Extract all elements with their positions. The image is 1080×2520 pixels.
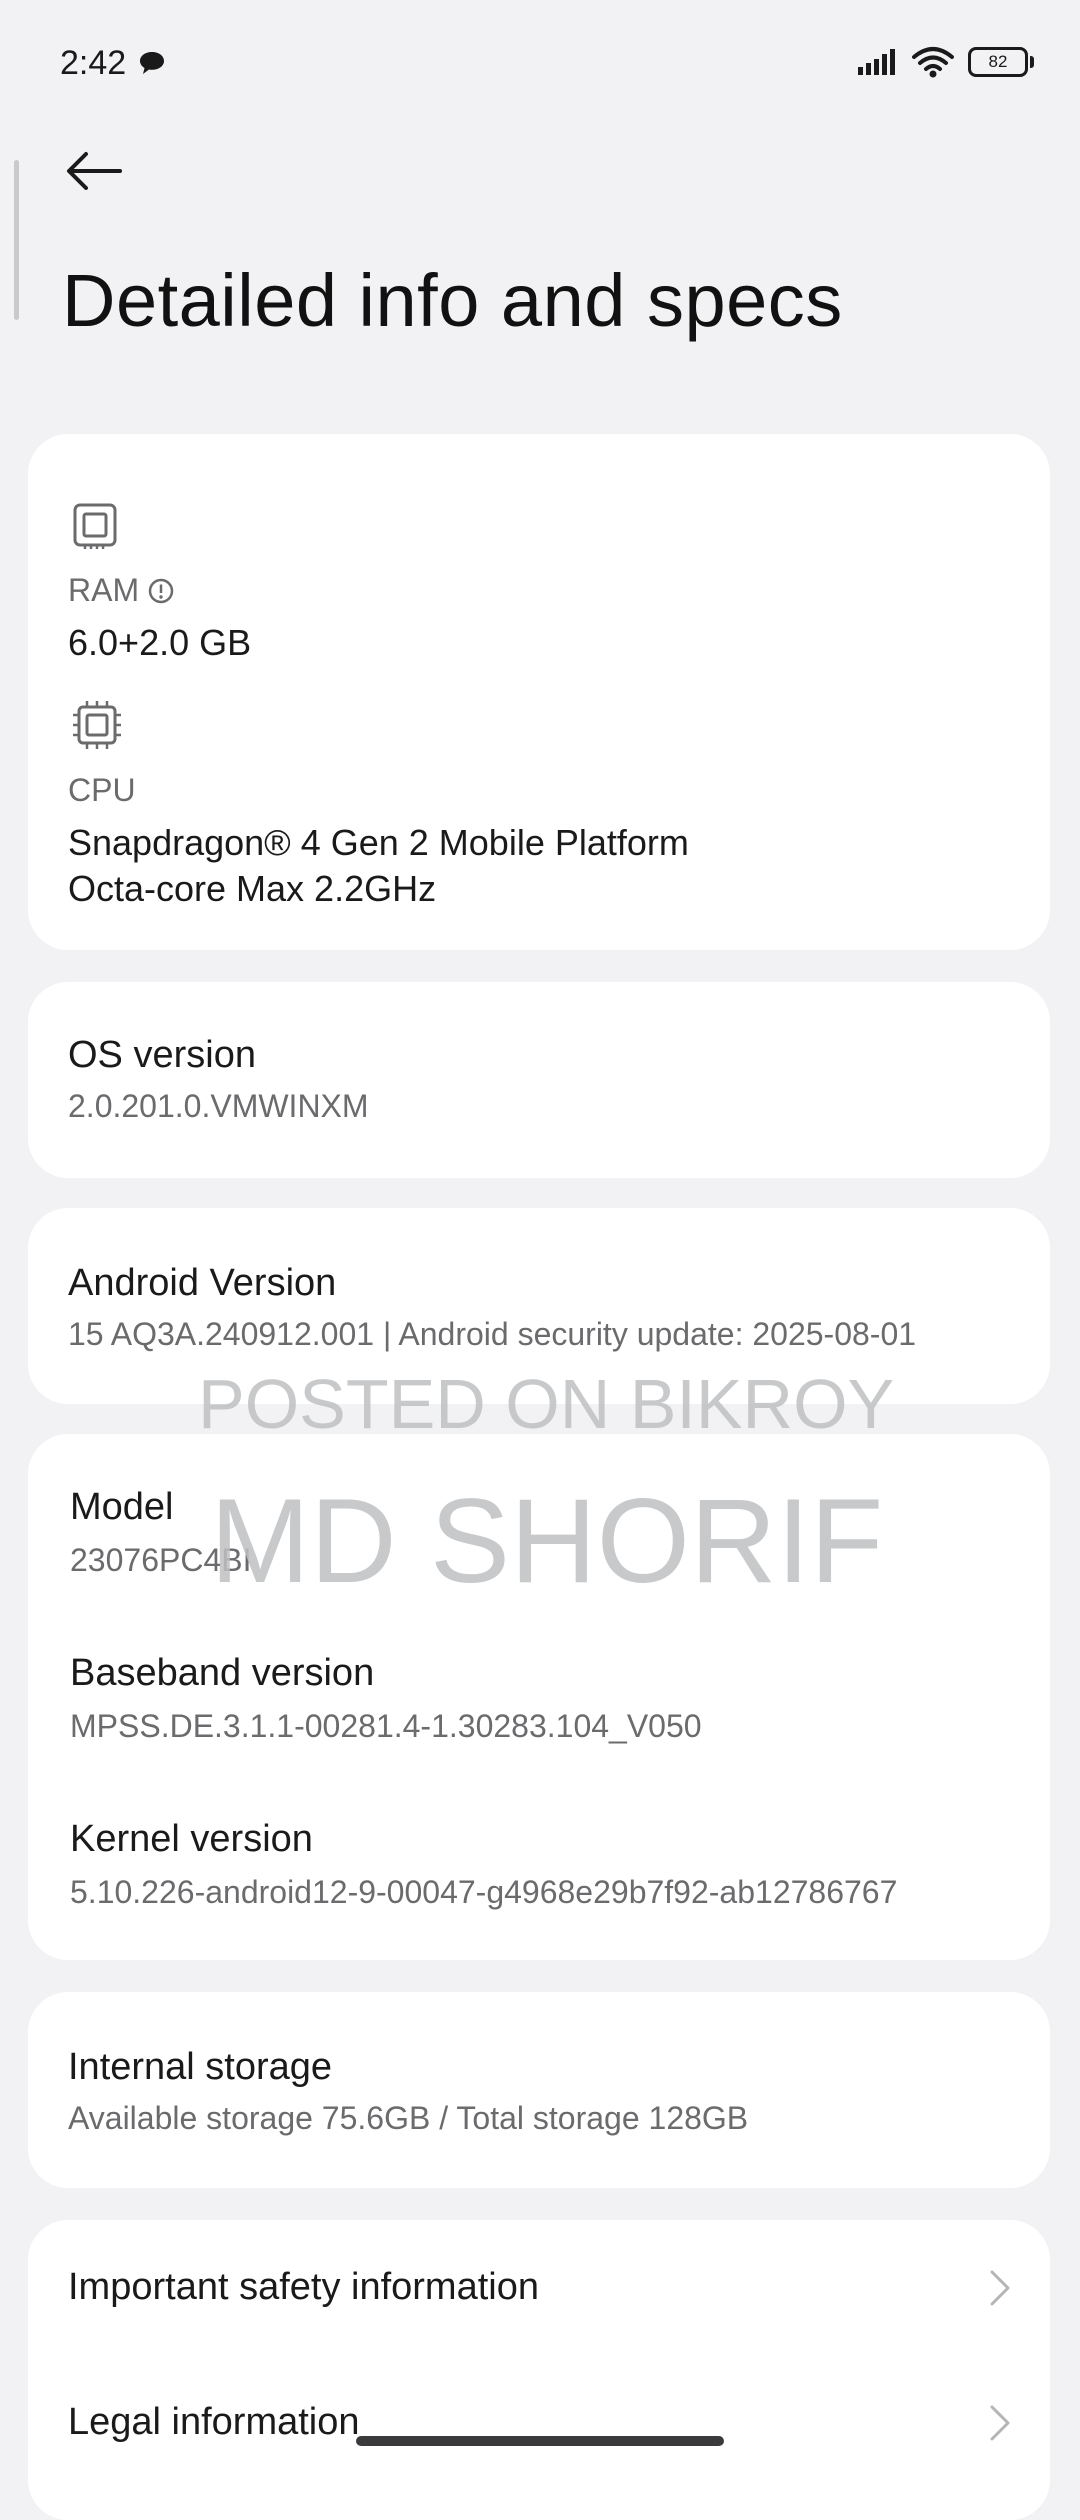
- os-version-card[interactable]: OS version 2.0.201.0.VMWINXM: [28, 982, 1050, 1178]
- cpu-name: Snapdragon® 4 Gen 2 Mobile Platform: [68, 822, 689, 863]
- cpu-cores: Octa-core Max 2.2GHz: [68, 868, 437, 909]
- android-version-card[interactable]: Android Version 15 AQ3A.240912.001 | And…: [28, 1208, 1050, 1404]
- baseband-label: Baseband version: [70, 1652, 375, 1694]
- hardware-card: RAM 6.0+2.0 GB CPU Snapdragon® 4 Gen 2 M…: [28, 434, 1050, 950]
- model-label: Model: [70, 1486, 174, 1528]
- android-version-label: Android Version: [68, 1262, 337, 1304]
- signal-icon: [858, 49, 895, 75]
- info-links-card: Important safety information Legal infor…: [28, 2220, 1050, 2520]
- storage-label: Internal storage: [68, 2046, 333, 2088]
- safety-info-label: Important safety information: [68, 2266, 539, 2308]
- status-time: 2:42: [60, 44, 127, 82]
- info-icon[interactable]: [147, 577, 175, 605]
- device-info-card: Model 23076PC4BI Baseband version MPSS.D…: [28, 1434, 1050, 1960]
- safety-info-item[interactable]: Important safety information: [28, 2220, 1050, 2355]
- cpu-label: CPU: [68, 772, 136, 808]
- memory-chip-icon: [73, 503, 117, 549]
- storage-value: Available storage 75.6GB / Total storage…: [68, 2100, 749, 2136]
- scroll-indicator: [14, 160, 19, 320]
- baseband-value: MPSS.DE.3.1.1-00281.4-1.30283.104_V050: [70, 1708, 702, 1744]
- kernel-label: Kernel version: [70, 1818, 313, 1860]
- legal-info-label: Legal information: [68, 2401, 360, 2443]
- legal-info-item[interactable]: Legal information: [28, 2355, 1050, 2490]
- home-indicator[interactable]: [356, 2436, 724, 2446]
- cpu-chip-icon: [73, 701, 121, 749]
- kernel-value: 5.10.226-android12-9-00047-g4968e29b7f92…: [70, 1874, 898, 1910]
- ram-label: RAM: [68, 572, 140, 608]
- os-version-label: OS version: [68, 1034, 256, 1076]
- back-arrow-icon[interactable]: [62, 146, 126, 196]
- page-title: Detailed info and specs: [62, 259, 843, 342]
- chevron-right-icon: [990, 2270, 1010, 2306]
- internal-storage-card[interactable]: Internal storage Available storage 75.6G…: [28, 1992, 1050, 2188]
- status-bar: 2:42 82: [0, 0, 1080, 130]
- battery-icon: 82: [968, 47, 1034, 77]
- model-value: 23076PC4BI: [70, 1542, 252, 1578]
- chat-notification-icon: [140, 52, 164, 74]
- android-version-value: 15 AQ3A.240912.001 | Android security up…: [68, 1316, 917, 1352]
- ram-label-row: RAM: [68, 572, 175, 609]
- ram-value: 6.0+2.0 GB: [68, 622, 252, 663]
- wifi-icon: [912, 47, 954, 78]
- chevron-right-icon: [990, 2405, 1010, 2441]
- status-icons: 82: [858, 46, 1034, 78]
- os-version-value: 2.0.201.0.VMWINXM: [68, 1088, 369, 1124]
- battery-level: 82: [988, 52, 1008, 71]
